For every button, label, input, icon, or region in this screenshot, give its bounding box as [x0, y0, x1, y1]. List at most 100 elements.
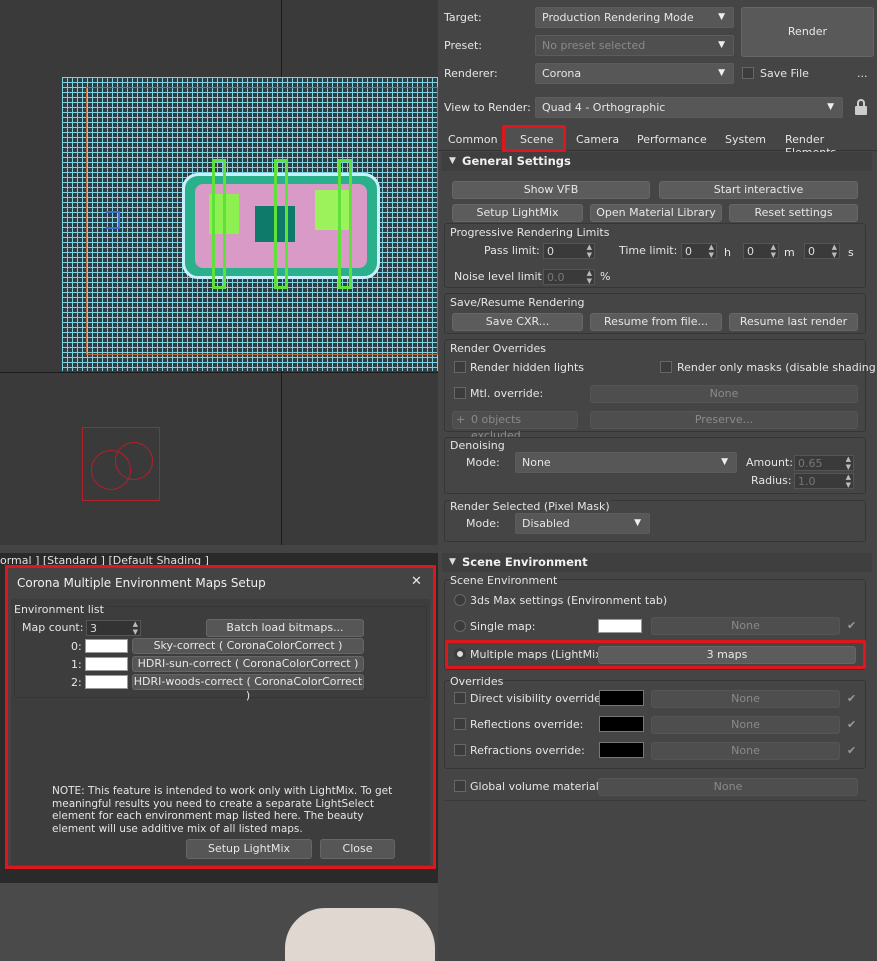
target-select[interactable]: Production Rendering Mode ▼: [535, 7, 734, 28]
refractions-checkbox[interactable]: [454, 744, 466, 756]
global-volume-slot[interactable]: None: [598, 778, 858, 796]
dialog-close-button[interactable]: Close: [320, 839, 395, 859]
objects-excluded-button[interactable]: +0 objects excluded...: [452, 411, 578, 442]
mtl-override-checkbox[interactable]: [454, 387, 466, 399]
viewport-top[interactable]: [0, 0, 438, 545]
mtl-override-slot[interactable]: None: [590, 385, 858, 403]
selection-column-1: [212, 159, 226, 289]
denoising-mode-label: Mode:: [466, 456, 500, 469]
reflections-slot[interactable]: None: [651, 716, 840, 734]
amount-spinner[interactable]: 0.65 ▲ ▼: [794, 455, 854, 471]
denoising-mode-select[interactable]: None ▼: [515, 452, 737, 473]
noise-limit-spinner[interactable]: 0.0 ▲ ▼: [543, 269, 595, 285]
target-label: Target:: [444, 11, 482, 24]
direct-visibility-check-icon[interactable]: ✔: [847, 692, 856, 705]
resume-last-render-button[interactable]: Resume last render: [729, 313, 858, 331]
map-index-1: 1:: [71, 658, 82, 671]
env-3ds-radio[interactable]: [454, 594, 466, 606]
global-volume-label: Global volume material:: [470, 780, 603, 793]
chevron-down-icon: ▼: [718, 68, 725, 78]
global-volume-checkbox[interactable]: [454, 780, 466, 792]
denoising-title: Denoising: [450, 439, 505, 452]
open-material-library-button[interactable]: Open Material Library: [590, 204, 722, 222]
pass-limit-label: Pass limit:: [484, 244, 540, 257]
pass-limit-spinner[interactable]: 0 ▲ ▼: [543, 243, 595, 259]
direct-visibility-color[interactable]: [599, 690, 644, 706]
reset-settings-button[interactable]: Reset settings: [729, 204, 858, 222]
dialog-setup-lightmix-button[interactable]: Setup LightMix: [186, 839, 312, 859]
batch-load-button[interactable]: Batch load bitmaps...: [206, 619, 364, 637]
save-file-checkbox[interactable]: [742, 67, 754, 79]
render-hidden-lights-checkbox[interactable]: [454, 361, 466, 373]
multiple-maps-button[interactable]: 3 maps: [598, 646, 856, 664]
refractions-check-icon[interactable]: ✔: [847, 744, 856, 757]
renderer-label: Renderer:: [444, 67, 498, 80]
map-0-color[interactable]: [85, 639, 128, 653]
reflections-checkbox[interactable]: [454, 718, 466, 730]
save-resume-title: Save/Resume Rendering: [450, 296, 585, 309]
map-count-spinner[interactable]: 3 ▲ ▼: [86, 620, 141, 636]
setup-lightmix-button[interactable]: Setup LightMix: [452, 204, 583, 222]
start-interactive-button[interactable]: Start interactive: [659, 181, 858, 199]
map-index-2: 2:: [71, 676, 82, 689]
radius-spinner[interactable]: 1.0 ▲ ▼: [794, 473, 854, 489]
close-icon[interactable]: ✕: [411, 574, 422, 589]
general-settings-header[interactable]: ▼ General Settings: [442, 152, 872, 171]
refractions-slot[interactable]: None: [651, 742, 840, 760]
minutes-spinner[interactable]: 0 ▲ ▼: [743, 243, 779, 259]
env-overrides-title: Overrides: [450, 675, 504, 688]
render-button[interactable]: Render: [741, 7, 874, 57]
more-button[interactable]: ...: [857, 67, 868, 80]
map-1-color[interactable]: [85, 657, 128, 671]
map-index-0: 0:: [71, 640, 82, 653]
render-only-masks-checkbox[interactable]: [660, 361, 672, 373]
show-vfb-button[interactable]: Show VFB: [452, 181, 650, 199]
reflections-check-icon[interactable]: ✔: [847, 718, 856, 731]
env-multiple-radio[interactable]: [454, 648, 466, 660]
map-2-button[interactable]: HDRI-woods-correct ( CoronaColorCorrect …: [132, 674, 364, 702]
map-2-color[interactable]: [85, 675, 128, 689]
env-single-radio[interactable]: [454, 620, 466, 632]
tab-camera[interactable]: Camera: [576, 133, 619, 146]
time-limit-label: Time limit:: [619, 244, 678, 257]
render-setup-panel: Target: Production Rendering Mode ▼ Prese…: [438, 0, 877, 961]
map-count-label: Map count:: [22, 621, 84, 634]
amount-label: Amount:: [746, 456, 793, 469]
preserve-button[interactable]: Preserve...: [590, 411, 858, 429]
chevron-down-icon: ▼: [827, 102, 834, 112]
scene-environment-header[interactable]: ▼ Scene Environment: [442, 553, 872, 572]
lock-icon[interactable]: [854, 99, 868, 115]
save-cxr-button[interactable]: Save CXR...: [452, 313, 583, 331]
light-gizmo[interactable]: [106, 211, 120, 229]
renderer-select[interactable]: Corona ▼: [535, 63, 734, 84]
tab-system[interactable]: System: [725, 133, 766, 146]
single-map-slot[interactable]: None: [651, 617, 840, 635]
direct-visibility-slot[interactable]: None: [651, 690, 840, 708]
dialog-body: Environment list Map count: 3 ▲ ▼ Batch lo…: [11, 599, 430, 865]
seconds-label: s: [848, 246, 854, 259]
tab-scene[interactable]: Scene: [502, 125, 566, 152]
sun-gizmo[interactable]: [82, 427, 160, 501]
tab-performance[interactable]: Performance: [637, 133, 707, 146]
dialog-titlebar[interactable]: Corona Multiple Environment Maps Setup ✕: [8, 568, 433, 596]
view-select[interactable]: Quad 4 - Orthographic ▼: [535, 97, 843, 118]
render-selected-mode-select[interactable]: Disabled ▼: [515, 513, 650, 534]
map-0-button[interactable]: Sky-correct ( CoronaColorCorrect ): [132, 638, 364, 654]
seconds-spinner[interactable]: 0 ▲ ▼: [804, 243, 840, 259]
single-map-color-swatch[interactable]: [598, 619, 642, 633]
hours-spinner[interactable]: 0 ▲ ▼: [681, 243, 717, 259]
tab-bar: Common Scene Camera Performance System R…: [438, 125, 877, 159]
direct-visibility-checkbox[interactable]: [454, 692, 466, 704]
refractions-color[interactable]: [599, 742, 644, 758]
mtl-override-label: Mtl. override:: [470, 387, 544, 400]
preset-select[interactable]: No preset selected ▼: [535, 35, 734, 56]
tab-common[interactable]: Common: [448, 133, 498, 146]
direct-visibility-label: Direct visibility override:: [470, 692, 605, 705]
reflections-color[interactable]: [599, 716, 644, 732]
plant-render: [285, 908, 435, 961]
map-1-button[interactable]: HDRI-sun-correct ( CoronaColorCorrect ): [132, 656, 364, 672]
dialog-note: NOTE: This feature is intended to work o…: [52, 785, 393, 835]
single-map-check-icon[interactable]: ✔: [847, 619, 856, 632]
resume-from-file-button[interactable]: Resume from file...: [590, 313, 722, 331]
mesh-plane[interactable]: [62, 77, 438, 371]
